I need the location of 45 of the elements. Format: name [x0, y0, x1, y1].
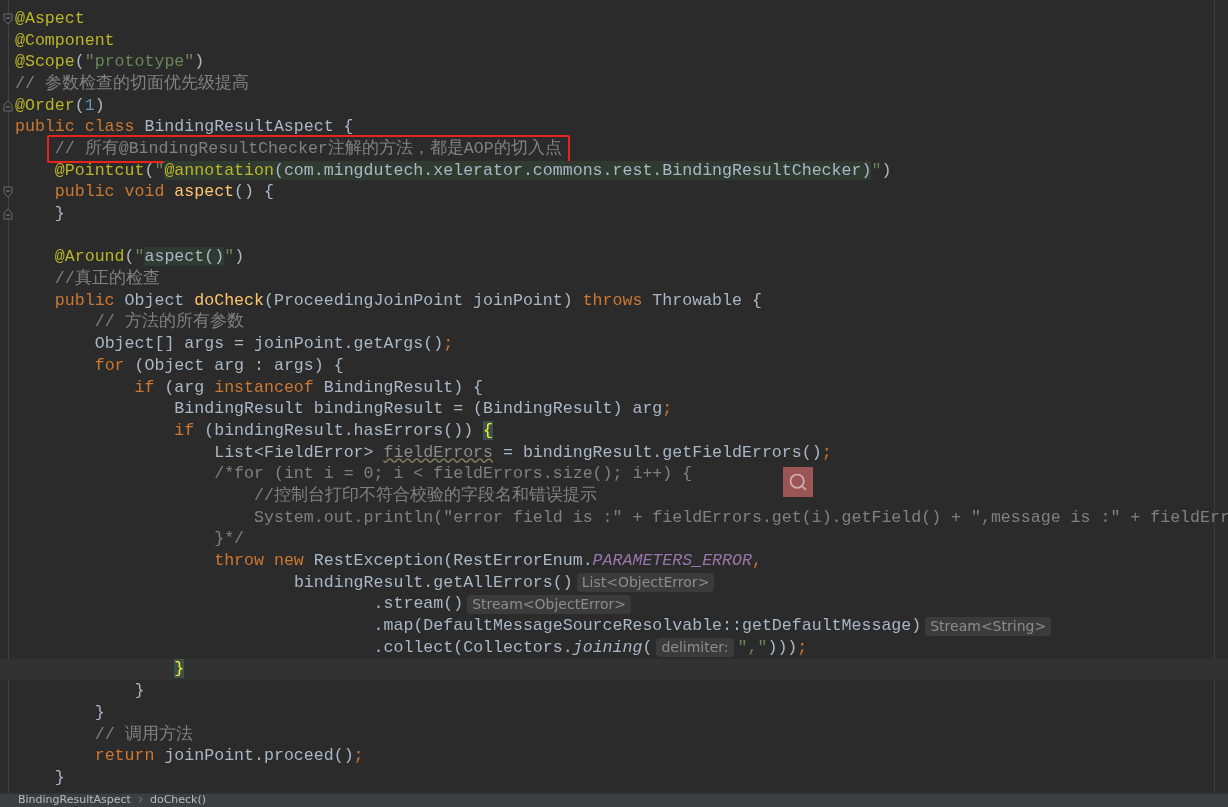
fold-icon[interactable]: [2, 99, 13, 112]
type-hint: Stream<String>: [925, 616, 1052, 636]
type-hint: Stream<ObjectError>: [467, 594, 631, 614]
code-line: BindingResult bindingResult = (BindingResult) arg;: [174, 399, 673, 420]
code-line: }: [54, 204, 65, 225]
code-line: .collect(Collectors.joining(: [373, 637, 653, 658]
breadcrumb-item[interactable]: doCheck(): [149, 794, 207, 806]
fold-icon[interactable]: [2, 12, 13, 25]
type-hint: delimiter:: [656, 638, 734, 658]
code-line: return joinPoint.proceed();: [94, 746, 364, 767]
code-line: if (bindingResult.hasErrors()) {: [174, 420, 494, 441]
code-line: bindingResult.getAllErrors(): [293, 572, 573, 593]
code-line: @Order(1): [15, 95, 105, 116]
code-comment: System.out.println("error field is :" + fieldErrors.get(i).getField() + ",message is :" + fieldErr: [254, 507, 1228, 528]
type-hint: List<ObjectError>: [576, 573, 715, 593]
code-line: public Object doCheck(ProceedingJoinPoint joinPoint) throws Throwable {: [54, 290, 762, 311]
code-line: for (Object arg : args) {: [94, 355, 344, 376]
code-line: }: [134, 681, 145, 702]
code-comment: /*for (int i = 0; i < fieldErrors.size(); i++) {: [214, 464, 693, 485]
code-line: Object[] args = joinPoint.getArgs();: [94, 334, 454, 355]
search-button[interactable]: [783, 467, 813, 497]
code-comment: //真正的检查: [54, 269, 160, 290]
code-line: @Aspect: [15, 8, 85, 29]
code-line: throw new RestException(RestErrorEnum.PARAMETERS_ERROR,: [214, 551, 762, 572]
code-comment: // 调用方法: [94, 724, 193, 745]
code-line: List<FieldError> fieldErrors = bindingResult.getFieldErrors();: [214, 442, 832, 463]
code-line: public void aspect() {: [54, 182, 274, 203]
code-line: @Around("aspect()"): [54, 247, 245, 268]
code-comment: //控制台打印不符合校验的字段名和错误提示: [254, 485, 597, 506]
search-icon: [788, 472, 808, 492]
code-comment: // 参数检查的切面优先级提高: [15, 73, 249, 94]
code-line: if (arg instanceof BindingResult) {: [134, 377, 484, 398]
fold-icon[interactable]: [2, 186, 13, 199]
code-comment: // 方法的所有参数: [94, 312, 244, 333]
code-comment: }*/: [214, 529, 245, 550]
code-line: @Pointcut("@annotation(com.mingdutech.xelerator.commons.rest.BindingResultChecker)"): [54, 160, 892, 181]
code-line: @Scope("prototype"): [15, 52, 205, 73]
code-line: @Component: [15, 30, 115, 51]
code-line: ",")));: [737, 637, 808, 658]
code-line: }: [54, 767, 65, 788]
code-line: .map(DefaultMessageSourceResolvable::getDefaultMessage): [373, 616, 922, 637]
code-line: }: [94, 702, 105, 723]
fold-icon[interactable]: [2, 208, 13, 221]
code-line: .stream(): [373, 594, 464, 615]
breadcrumb-item[interactable]: BindingResultAspect: [18, 794, 131, 806]
